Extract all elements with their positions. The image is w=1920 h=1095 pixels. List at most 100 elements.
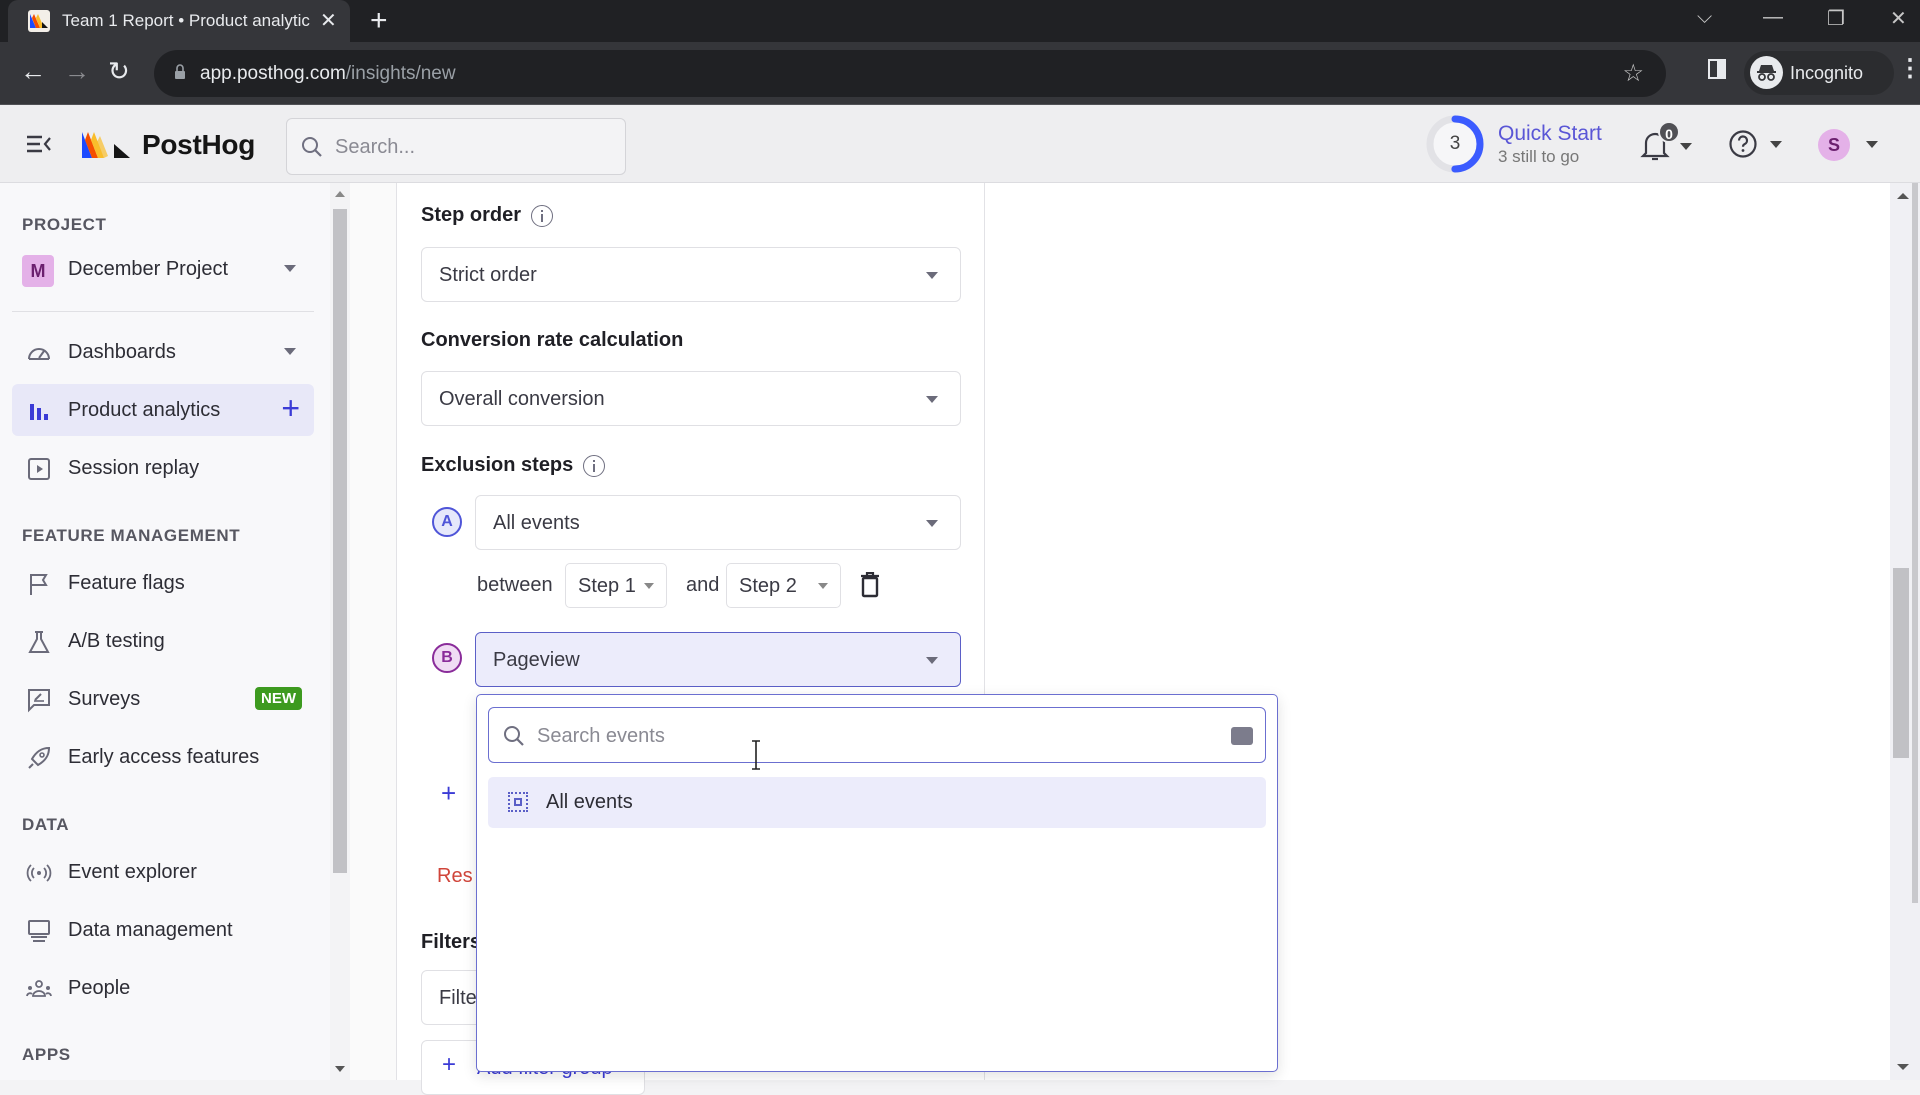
keyboard-icon[interactable] [1231,727,1253,745]
sidebar-scrollbar[interactable] [330,183,350,1080]
tab-title: Team 1 Report • Product analytic [62,11,310,30]
search-events-box[interactable] [488,707,1266,763]
restore-icon[interactable]: ❐ [1827,6,1845,31]
exclusion-a-event-select[interactable]: All events [475,495,961,550]
broadcast-icon [26,864,52,882]
window-close-icon[interactable]: ✕ [1890,6,1907,31]
help-menu-button[interactable] [1728,129,1790,161]
sidebar-item-label: Data management [68,919,233,941]
filters-heading: Filters [421,931,477,953]
conversion-rate-select[interactable]: Overall conversion [421,371,961,426]
sidebar-item-event-explorer[interactable]: Event explorer [12,846,314,898]
sidebar-item-dashboards[interactable]: Dashboards [12,326,314,378]
chevron-down-icon [1680,143,1692,150]
exclusion-step-a-badge: A [432,507,462,537]
browser-tab[interactable]: Team 1 Report • Product analytic ✕ [8,0,350,42]
sidebar-item-session-replay[interactable]: Session replay [12,442,314,494]
incognito-profile-button[interactable]: Incognito [1744,51,1894,95]
step-order-select[interactable]: Strict order [421,247,961,302]
search-icon [302,137,322,157]
sidebar-item-label: Event explorer [68,861,197,883]
browser-menu-icon[interactable]: ⋮ [1898,54,1920,83]
search-icon [504,726,524,746]
minimize-icon[interactable]: — [1763,6,1783,29]
chevron-down-icon [284,265,296,272]
new-badge: NEW [255,687,302,710]
exclusion-steps-label: Exclusion steps [421,454,574,476]
exclusion-b-event: Pageview [493,649,580,671]
back-icon[interactable]: ← [20,56,46,87]
survey-icon [28,689,50,713]
conversion-label: Conversion rate calculation [421,329,684,351]
trash-icon[interactable] [860,572,880,598]
project-switcher[interactable]: M December Project [12,243,314,295]
scroll-up-arrow-icon[interactable] [1897,193,1909,199]
sidebar-item-people[interactable]: People [12,962,314,1014]
chevron-down-icon [1866,141,1878,148]
sidebar-item-feature-flags[interactable]: Feature flags [12,557,314,609]
chevron-down-icon[interactable] [284,348,296,355]
reload-icon[interactable]: ↻ [108,56,130,87]
chevron-down-icon [926,520,938,527]
posthog-logo[interactable]: PostHog [82,127,255,163]
sidebar-item-data-management[interactable]: Data management [12,904,314,956]
sidebar-item-early-access-features[interactable]: Early access features [12,731,314,783]
scroll-up-arrow-icon[interactable] [335,191,345,197]
sidebar-item-label: Product analytics [68,399,221,421]
info-icon[interactable] [583,454,606,477]
global-search-input[interactable] [335,131,615,163]
page-scrollbar-track[interactable] [1912,183,1918,903]
from-step-value: Step 1 [578,575,636,597]
sidebar: PROJECT M December Project Dashboards Pr… [0,183,330,1080]
sidebar-item-label: Feature flags [68,572,185,594]
tab-close-icon[interactable]: ✕ [320,8,337,33]
notifications-button[interactable]: 0 [1640,121,1696,165]
gauge-icon [28,348,50,360]
sidebar-item-label: Dashboards [68,341,176,363]
browser-tab-bar: Team 1 Report • Product analytic ✕ + ⌵ —… [0,0,1920,42]
sidebar-scrollbar-thumb[interactable] [333,209,347,873]
incognito-icon [1750,56,1783,89]
quick-start-progress-ring: 3 [1424,113,1486,175]
search-events-input[interactable] [537,720,1197,752]
bar-chart-icon [30,404,48,420]
side-panel-icon[interactable] [1708,59,1726,79]
scroll-down-arrow-icon[interactable] [335,1066,345,1072]
sidebar-item-product-analytics[interactable]: Product analytics + [12,384,314,436]
lock-icon [175,64,185,79]
app-header: PostHog 3 Quick Start 3 still to go 0 S [0,105,1920,183]
quick-start-button[interactable]: 3 Quick Start 3 still to go [1424,113,1602,175]
main-scrollbar-thumb[interactable] [1893,568,1909,758]
forward-icon[interactable]: → [64,56,90,87]
exclusion-to-step-select[interactable]: Step 2 [726,563,841,608]
sidebar-item-ab-testing[interactable]: A/B testing [12,615,314,667]
sidebar-section-feature-management: FEATURE MANAGEMENT [22,526,241,545]
tab-search-icon[interactable]: ⌵ [1697,6,1712,29]
project-name: December Project [68,258,229,280]
global-search-box[interactable] [286,118,626,175]
event-option-all-events[interactable]: All events [488,777,1266,828]
exclusion-a-event: All events [493,512,580,534]
sidebar-item-label: Surveys [68,688,141,710]
exclusion-step-b-badge: B [432,643,462,673]
main-scrollbar[interactable] [1890,183,1920,1080]
new-tab-button[interactable]: + [370,4,388,38]
bookmark-star-icon[interactable]: ☆ [1622,59,1644,88]
sidebar-divider [12,311,314,312]
sidebar-item-surveys[interactable]: Surveys NEW [12,673,314,725]
user-menu-button[interactable]: S [1818,127,1888,163]
to-step-value: Step 2 [739,575,797,597]
reset-exclusions-link[interactable]: Res [437,865,477,888]
all-events-icon [508,792,528,812]
exclusion-b-event-select[interactable]: Pageview [475,632,961,687]
info-icon[interactable] [531,204,554,227]
scroll-down-arrow-icon[interactable] [1897,1064,1909,1070]
event-option-label: All events [546,791,633,813]
exclusion-from-step-select[interactable]: Step 1 [565,563,667,608]
and-label: and [686,574,720,596]
sidebar-toggle-icon[interactable] [24,129,54,159]
new-insight-plus-icon[interactable]: + [281,392,300,424]
add-exclusion-plus-icon[interactable]: + [441,778,456,809]
people-icon [26,980,52,997]
address-bar[interactable]: app.posthog.com/insights/new ☆ [154,50,1666,97]
